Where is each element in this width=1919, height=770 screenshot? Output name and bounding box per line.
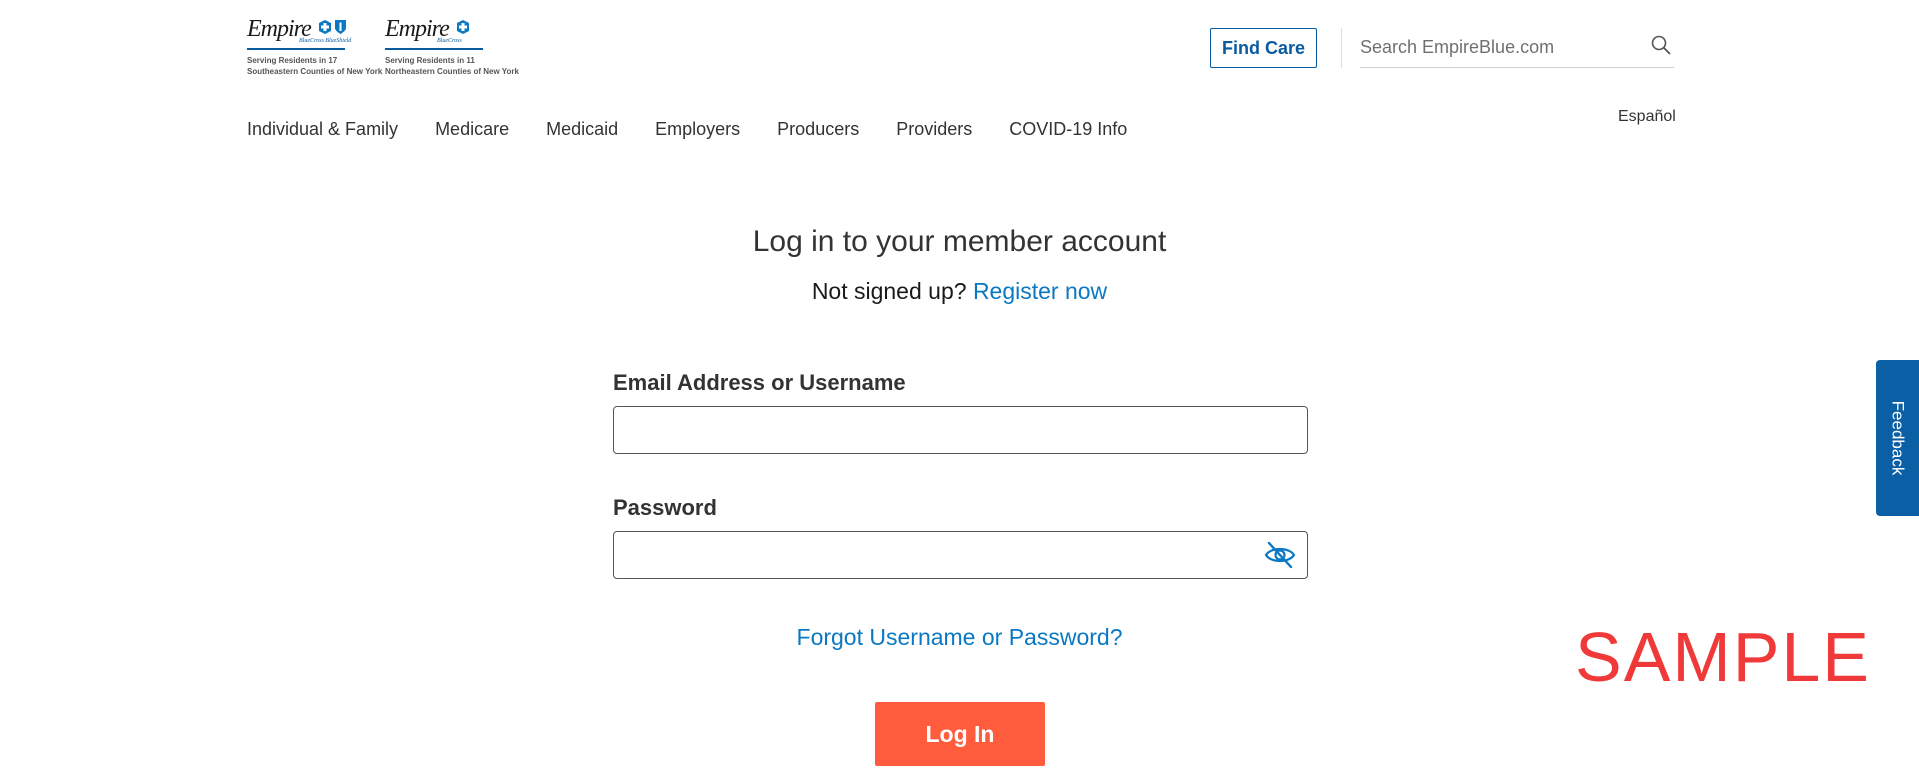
login-page: Empire BlueCross BlueShield Serving Resi…: [0, 0, 1919, 770]
site-search-input[interactable]: [1360, 28, 1674, 68]
blue-cross-icon: [457, 20, 470, 34]
empire-bluecross-logo[interactable]: Empire BlueCross Serving Residents in 11…: [385, 16, 525, 80]
page-title: Log in to your member account: [752, 225, 1167, 258]
blue-cross-icon: [319, 20, 332, 34]
email-username-field[interactable]: [613, 406, 1308, 454]
logo-subline: BlueCross: [437, 38, 462, 44]
logo-underline: [385, 48, 483, 50]
nav-item-medicaid[interactable]: Medicaid: [546, 116, 618, 142]
nav-item-medicare[interactable]: Medicare: [435, 116, 509, 142]
nav-item-individual-family[interactable]: Individual & Family: [247, 116, 398, 142]
bcbs-marks: [317, 19, 347, 35]
logo-subline: BlueCross BlueShield: [299, 38, 352, 44]
bluecross-marks: [455, 19, 471, 35]
eye-slash-icon: [1264, 541, 1296, 569]
nav-item-covid-info[interactable]: COVID-19 Info: [1009, 116, 1127, 142]
logo-underline: [247, 48, 345, 50]
header-divider: [1341, 28, 1342, 68]
password-label: Password: [613, 495, 717, 520]
nav-item-providers[interactable]: Providers: [896, 116, 972, 142]
signup-prompt: Not signed up? Register now: [0, 275, 1919, 307]
search-icon[interactable]: [1650, 34, 1672, 56]
find-care-button[interactable]: Find Care: [1210, 28, 1317, 68]
language-toggle-link[interactable]: Español: [1618, 108, 1676, 126]
logo-tagline: Serving Residents in 17 Southeastern Cou…: [247, 56, 383, 76]
blue-shield-icon: [335, 20, 347, 34]
password-field[interactable]: [613, 531, 1308, 579]
empire-bcbs-logo[interactable]: Empire BlueCross BlueShield Serving Resi…: [247, 16, 387, 80]
nav-item-employers[interactable]: Employers: [655, 116, 740, 142]
sample-watermark: SAMPLE: [1575, 618, 1871, 696]
signup-prompt-text: Not signed up?: [811, 278, 967, 304]
feedback-label: Feedback: [1888, 400, 1908, 476]
feedback-tab[interactable]: Feedback: [1876, 360, 1919, 516]
nav-item-producers[interactable]: Producers: [777, 116, 859, 142]
main-nav: Individual & Family Medicare Medicaid Em…: [247, 116, 1164, 142]
logo-tagline: Serving Residents in 11 Northeastern Cou…: [385, 56, 519, 76]
log-in-button[interactable]: Log In: [875, 702, 1045, 766]
show-password-toggle[interactable]: [1262, 538, 1298, 572]
register-now-link[interactable]: Register now: [973, 278, 1107, 304]
email-label: Email Address or Username: [613, 370, 906, 395]
